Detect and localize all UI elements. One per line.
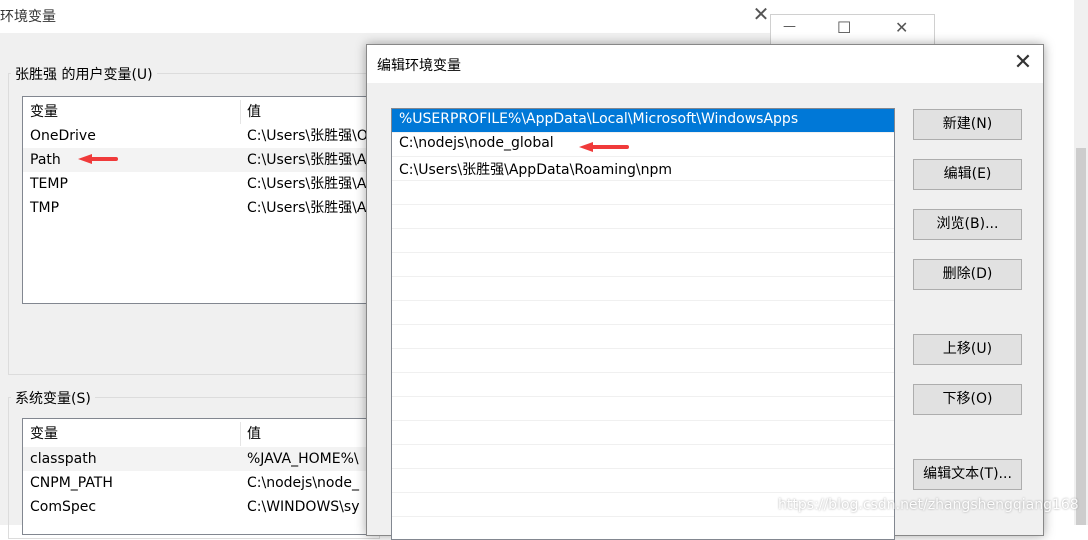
edit-text-button[interactable]: 编辑文本(T)...: [913, 459, 1022, 490]
scrollbar-thumb[interactable]: [1076, 148, 1086, 525]
path-list-empty-row[interactable]: [392, 229, 894, 253]
edit-env-var-dialog: 编辑环境变量 ✕ %USERPROFILE%\AppData\Local\Mic…: [366, 44, 1044, 540]
user-var-name: OneDrive: [30, 128, 96, 144]
user-vars-label: 张胜强 的用户变量(U): [11, 64, 157, 84]
path-list-empty-row[interactable]: [392, 205, 894, 229]
dialog-titlebar: 编辑环境变量 ✕: [367, 45, 1043, 83]
system-var-value: C:\nodejs\node_: [247, 475, 359, 491]
system-var-value: C:\WINDOWS\sy: [247, 499, 360, 515]
path-list[interactable]: %USERPROFILE%\AppData\Local\Microsoft\Wi…: [391, 108, 895, 540]
path-list-empty-row[interactable]: [392, 325, 894, 349]
user-var-row-path[interactable]: Path C:\Users\张胜强\A: [23, 148, 383, 172]
path-list-empty-row[interactable]: [392, 373, 894, 397]
path-list-empty-row[interactable]: [392, 421, 894, 445]
user-vars-header: 变量 值: [23, 100, 383, 124]
user-var-name: Path: [30, 152, 61, 168]
system-vars-label: 系统变量(S): [11, 388, 95, 408]
move-up-button[interactable]: 上移(U): [913, 334, 1022, 365]
path-list-empty-row[interactable]: [392, 277, 894, 301]
maximize-icon[interactable]: ☐: [837, 18, 851, 37]
column-divider[interactable]: [240, 100, 241, 124]
system-vars-list[interactable]: 变量 值 classpath %JAVA_HOME%\ CNPM_PATH C:…: [22, 418, 384, 535]
path-list-empty-row[interactable]: [392, 349, 894, 373]
dialog-close-icon[interactable]: ✕: [1011, 50, 1035, 75]
column-divider[interactable]: [240, 422, 241, 446]
user-var-row-onedrive[interactable]: OneDrive C:\Users\张胜强\O: [23, 124, 383, 148]
edit-button[interactable]: 编辑(E): [913, 159, 1022, 190]
system-properties-titlebar: — ☐ ✕: [770, 14, 935, 46]
path-list-empty-row[interactable]: [392, 469, 894, 493]
minimize-icon[interactable]: —: [783, 19, 796, 34]
system-var-row-comspec[interactable]: ComSpec C:\WINDOWS\sy: [23, 495, 383, 519]
system-var-name: CNPM_PATH: [30, 475, 113, 491]
new-button[interactable]: 新建(N): [913, 109, 1022, 140]
path-entry: C:\nodejs\node_global: [399, 135, 554, 151]
system-var-row-classpath[interactable]: classpath %JAVA_HOME%\: [23, 447, 383, 471]
user-vars-list[interactable]: 变量 值 OneDrive C:\Users\张胜强\O Path C:\Use…: [22, 96, 384, 304]
column-header-value[interactable]: 值: [247, 100, 261, 124]
env-vars-titlebar: 环境变量 ✕: [0, 0, 782, 33]
user-var-name: TEMP: [30, 176, 68, 192]
path-list-item-selected[interactable]: %USERPROFILE%\AppData\Local\Microsoft\Wi…: [392, 109, 894, 133]
user-var-value: C:\Users\张胜强\A: [247, 200, 367, 216]
column-header-value[interactable]: 值: [247, 422, 261, 446]
path-list-empty-row[interactable]: [392, 445, 894, 469]
path-list-empty-row[interactable]: [392, 517, 894, 539]
system-var-name: ComSpec: [30, 499, 97, 515]
user-var-name: TMP: [30, 200, 60, 216]
path-list-item[interactable]: C:\nodejs\node_global: [392, 133, 894, 157]
path-list-item[interactable]: C:\Users\张胜强\AppData\Roaming\npm: [392, 157, 894, 181]
user-var-value: C:\Users\张胜强\A: [247, 152, 367, 168]
column-header-variable[interactable]: 变量: [30, 422, 58, 446]
path-list-empty-row[interactable]: [392, 253, 894, 277]
browse-button[interactable]: 浏览(B)...: [913, 209, 1022, 240]
user-var-row-tmp[interactable]: TMP C:\Users\张胜强\A: [23, 196, 383, 220]
path-entry: C:\Users\张胜强\AppData\Roaming\npm: [399, 162, 672, 178]
env-vars-title: 环境变量: [0, 9, 56, 25]
system-vars-header: 变量 值: [23, 422, 383, 446]
system-var-row-cnpm-path[interactable]: CNPM_PATH C:\nodejs\node_: [23, 471, 383, 495]
close-icon[interactable]: ✕: [895, 18, 908, 37]
env-vars-close-icon[interactable]: ✕: [750, 2, 772, 26]
system-var-value: %JAVA_HOME%\: [247, 451, 359, 467]
user-var-row-temp[interactable]: TEMP C:\Users\张胜强\A: [23, 172, 383, 196]
path-list-empty-row[interactable]: [392, 397, 894, 421]
watermark: https://blog.csdn.net/zhangshengqiang168: [778, 497, 1079, 513]
path-list-empty-row[interactable]: [392, 181, 894, 205]
move-down-button[interactable]: 下移(O): [913, 384, 1022, 415]
path-list-empty-row[interactable]: [392, 301, 894, 325]
column-header-variable[interactable]: 变量: [30, 100, 58, 124]
user-var-value: C:\Users\张胜强\A: [247, 176, 367, 192]
user-var-value: C:\Users\张胜强\O: [247, 128, 368, 144]
delete-button[interactable]: 删除(D): [913, 259, 1022, 290]
system-var-name: classpath: [30, 451, 97, 467]
dialog-title: 编辑环境变量: [377, 58, 461, 74]
path-entry: %USERPROFILE%\AppData\Local\Microsoft\Wi…: [399, 111, 799, 127]
